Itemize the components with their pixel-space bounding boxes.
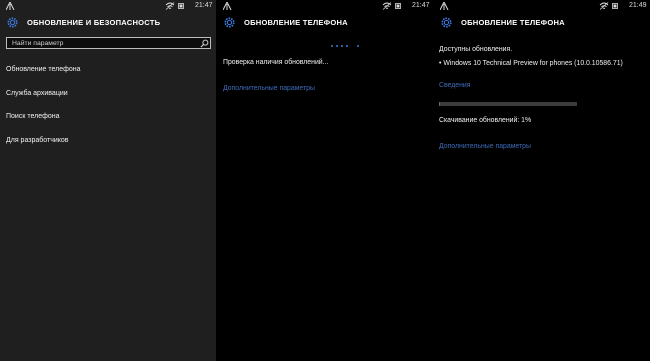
- loading-dot: [336, 45, 338, 47]
- gear-icon: [441, 17, 452, 28]
- signal-icon: [440, 2, 449, 10]
- status-bar: 21:49: [434, 0, 650, 13]
- update-security-screen: 21:47 ОБНОВЛЕНИЕ И БЕЗОПАСНОСТЬ Найти па…: [0, 0, 216, 361]
- wifi-icon: [165, 2, 175, 10]
- signal-icon: [6, 2, 15, 10]
- update-list-item: • Windows 10 Technical Preview for phone…: [439, 60, 623, 67]
- advanced-options-link[interactable]: Дополнительные параметры: [439, 143, 531, 150]
- gear-icon: [224, 17, 235, 28]
- phone-update-downloading-screen: 21:49 ОБНОВЛЕНИЕ ТЕЛЕФОНА Доступны обнов…: [434, 0, 650, 361]
- menu-item-phone-update[interactable]: Обновление телефона: [6, 66, 81, 73]
- loading-dot: [346, 45, 348, 47]
- menu-item-developers[interactable]: Для разработчиков: [6, 137, 69, 144]
- download-progress-fill: [439, 102, 441, 106]
- status-time: 21:49: [629, 2, 647, 9]
- menu-item-find-phone[interactable]: Поиск телефона: [6, 113, 60, 120]
- page-title: ОБНОВЛЕНИЕ И БЕЗОПАСНОСТЬ: [27, 18, 161, 27]
- status-time: 21:47: [195, 2, 213, 9]
- wifi-icon: [382, 2, 392, 10]
- loading-dot: [357, 45, 359, 47]
- page-header: ОБНОВЛЕНИЕ ТЕЛЕФОНА: [223, 14, 428, 32]
- details-link[interactable]: Сведения: [439, 82, 470, 89]
- status-bar: 21:47: [217, 0, 433, 13]
- battery-icon: [395, 3, 401, 9]
- advanced-options-link[interactable]: Дополнительные параметры: [223, 85, 315, 92]
- status-bar: 21:47: [0, 0, 216, 13]
- download-progress-bar: [439, 102, 577, 106]
- battery-icon: [178, 3, 184, 9]
- signal-icon: [223, 2, 232, 10]
- status-time: 21:47: [412, 2, 430, 9]
- page-title: ОБНОВЛЕНИЕ ТЕЛЕФОНА: [461, 18, 565, 27]
- wifi-icon: [599, 2, 609, 10]
- updates-available-text: Доступны обновления.: [439, 46, 513, 53]
- screens-row: 21:47 ОБНОВЛЕНИЕ И БЕЗОПАСНОСТЬ Найти па…: [0, 0, 650, 361]
- search-input[interactable]: Найти параметр: [6, 37, 211, 49]
- phone-update-checking-screen: 21:47 ОБНОВЛЕНИЕ ТЕЛЕФОНА Проверка налич…: [217, 0, 433, 361]
- menu-item-backup[interactable]: Служба архивации: [6, 90, 68, 97]
- page-header: ОБНОВЛЕНИЕ ТЕЛЕФОНА: [440, 14, 645, 32]
- battery-icon: [612, 3, 618, 9]
- gear-icon: [7, 17, 18, 28]
- checking-status-text: Проверка наличия обновлений...: [223, 59, 329, 66]
- search-placeholder: Найти параметр: [12, 40, 64, 47]
- search-icon[interactable]: [200, 39, 209, 48]
- download-status-text: Скачивание обновлений: 1%: [439, 117, 532, 124]
- page-header: ОБНОВЛЕНИЕ И БЕЗОПАСНОСТЬ: [6, 14, 211, 32]
- page-title: ОБНОВЛЕНИЕ ТЕЛЕФОНА: [244, 18, 348, 27]
- loading-dots-icon: [331, 44, 371, 48]
- loading-dot: [341, 45, 343, 47]
- loading-dot: [331, 45, 333, 47]
